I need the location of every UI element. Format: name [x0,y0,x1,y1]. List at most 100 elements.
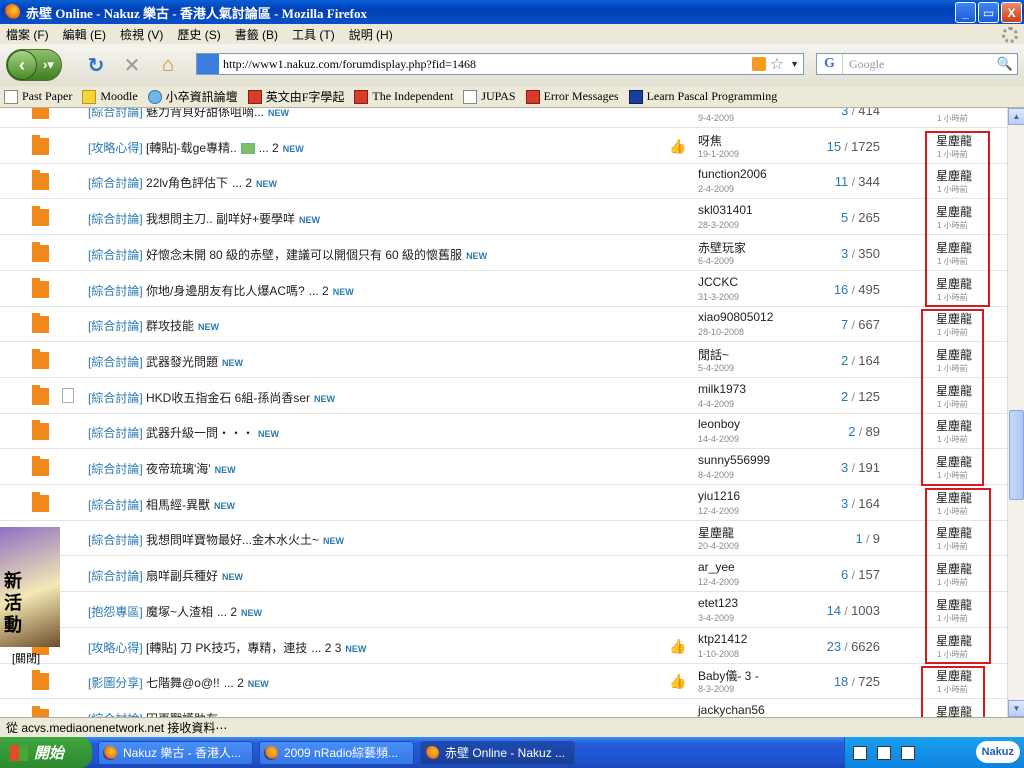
thread-title-link[interactable]: 魔塚~人渣相 [146,605,213,619]
thread-row[interactable]: [綜合討論] 我想問主刀.. 副咩好+要學咩 NEW skl031401 28-3-2… [0,199,1007,236]
thread-category[interactable]: [綜合討論] [88,569,143,583]
reload-icon[interactable]: ↻ [84,53,108,77]
menu-history[interactable]: 歷史 (S) [177,26,220,43]
thread-row[interactable]: [綜合討論] 魅力背貝好甜係咀嘀... NEW 9-4-2009 3 / 414 1 小… [0,108,1007,128]
thread-title-link[interactable]: 夜帝琉璃'海' [146,462,211,476]
volume-icon[interactable] [901,745,915,760]
thread-author[interactable]: leonboy [698,417,740,431]
thread-author[interactable]: jackychan56 [698,703,765,717]
thread-author[interactable]: skl031401 [698,203,753,217]
thread-title[interactable]: [綜合討論] HKD收五指金石 6組-孫尚香ser NEW [88,389,335,406]
thread-title[interactable]: [綜合討論] 武器發光問題 NEW [88,353,243,370]
thread-author[interactable]: etet123 [698,596,738,610]
menu-view[interactable]: 檢視 (V) [120,26,163,43]
thread-title[interactable]: [綜合討論] 我想問咩寶物最好...金木水火土~ NEW [88,531,344,548]
url-bar[interactable]: http://www1.nakuz.com/forumdisplay.php?f… [196,53,804,75]
home-icon[interactable]: ⌂ [156,53,180,77]
thread-title-link[interactable]: HKD收五指金石 6組-孫尚香ser [146,391,310,405]
thread-pages[interactable]: ... 2 3 [311,641,341,655]
bookmark-item[interactable]: Moodle [82,89,138,104]
thread-author[interactable]: milk1973 [698,382,746,396]
thread-title-link[interactable]: 七階舞@o@!! [146,676,220,690]
thread-pages[interactable]: ... 2 [309,284,329,298]
thread-row[interactable]: [綜合討論] 武器升級一問・・・ NEW leonboy 14-4-2009 2 / 8… [0,413,1007,450]
menu-bookmarks[interactable]: 書籤 (B) [235,26,278,43]
thread-author[interactable]: ktp21412 [698,632,747,646]
thread-author[interactable]: Baby儀- 3 - [698,667,759,684]
thread-title-link[interactable]: 武器升級一問・・・ [146,426,254,440]
site-identity-icon[interactable] [197,54,219,74]
search-bar[interactable]: G Google 🔍 [816,53,1018,75]
thread-category[interactable]: [綜合討論] [88,391,143,405]
thread-row[interactable]: [攻略心得] [轉貼]-载ge專精.. ... 2 NEW 👍 呀焦 19-1-2009 1… [0,128,1007,164]
thread-category[interactable]: [綜合討論] [88,176,143,190]
thread-category[interactable]: [綜合討論] [88,426,143,440]
thread-pages[interactable]: ... 2 [224,676,244,690]
thread-title-link[interactable]: 我想問咩寶物最好...金木水火土~ [146,533,319,547]
back-button[interactable]: ‹ [7,50,37,80]
thread-category[interactable]: [影圖分享] [88,676,143,690]
start-button[interactable]: 開始 [0,737,92,768]
bookmark-star-icon[interactable]: ☆ [770,54,784,74]
bookmark-item[interactable]: Past Paper [4,89,72,104]
thread-title[interactable]: [影圖分享] 七階舞@o@!! ... 2 NEW [88,674,269,691]
thread-row[interactable]: [綜合討論] 22lv角色評估下 ... 2 NEW function2006 2-4-… [0,163,1007,200]
bookmark-item[interactable]: The Independent [354,89,453,104]
keyboard-icon[interactable] [853,745,867,760]
scroll-down-icon[interactable]: ▼ [1008,700,1024,717]
thread-author[interactable]: yiu1216 [698,489,740,503]
thread-category[interactable]: [綜合討論] [88,462,143,476]
thread-row[interactable]: [綜合討論] HKD收五指金石 6組-孫尚香ser NEW milk1973 4-4-… [0,378,1007,414]
menu-help[interactable]: 說明 (H) [349,26,393,43]
thread-author[interactable]: ar_yee [698,560,735,574]
ad-close-link[interactable]: [關閉] [12,650,40,666]
thread-title[interactable]: [綜合討論] 相馬經-異獸 NEW [88,496,235,513]
search-icon[interactable]: 🔍 [997,56,1013,72]
thread-category[interactable]: [綜合討論] [88,319,143,333]
thread-category[interactable]: [攻略心得] [88,141,143,155]
thread-title-link[interactable]: 我想問主刀.. 副咩好+要學咩 [146,212,295,226]
thread-author[interactable]: sunny556999 [698,453,770,467]
thread-row[interactable]: [綜合討論] 武器發光問題 NEW 閒話~ 5-4-2009 2 / 164 星塵龍 1 小… [0,342,1007,378]
stop-icon[interactable]: ✕ [120,53,144,77]
floating-ad[interactable]: 新活動 [0,527,60,647]
thread-title-link[interactable]: 你地/身邊朋友有比人爆AC嗎? [146,284,305,298]
bookmark-item[interactable]: Learn Pascal Programming [628,89,777,104]
thread-author[interactable]: 閒話~ [698,346,729,363]
thread-row[interactable]: [影圖分享] 七階舞@o@!! ... 2 NEW 👍 Baby儀- 3 -8-3-20… [0,663,1007,700]
thread-row[interactable]: [綜合討論] 好懷念未開 80 級的赤壁，建議可以開個只有 60 級的懷舊服 NE… [0,235,1007,271]
thread-title[interactable]: [綜合討論] 群攻技能 NEW [88,317,219,334]
thread-row[interactable]: [綜合討論] 夜帝琉璃'海' NEW sunny556999 8-4-2009 3 / … [0,449,1007,485]
thread-title[interactable]: [攻略心得] [轉貼]-载ge專精.. ... 2 NEW [88,139,304,156]
close-button[interactable]: X [1001,2,1022,23]
thread-author[interactable]: 星塵龍 [698,524,734,541]
thread-category[interactable]: [綜合討論] [88,108,143,119]
vertical-scrollbar[interactable]: ▲ ▼ [1007,108,1024,717]
thread-title[interactable]: [綜合討論] 武器升級一問・・・ NEW [88,424,279,441]
thread-author[interactable]: 呀焦 [698,132,722,149]
thread-row[interactable]: [抱怨專區] 魔塚~人渣相 ... 2 NEW etet123 3-4-2009 14 /… [0,592,1007,628]
thread-row[interactable]: [綜合討論] 扇咩副兵種好 NEW ar_yee 12-4-2009 6 / 157 星塵… [0,556,1007,593]
bookmark-item[interactable]: Error Messages [525,89,619,104]
thread-title-link[interactable]: 魅力背貝好甜係咀嘀... [146,108,264,119]
bookmark-item[interactable]: JUPAS [463,89,516,104]
thread-row[interactable]: [綜合討論] 群攻技能 NEW xiao90805012 28-10-2008 7 / … [0,306,1007,343]
thread-title[interactable]: [綜合討論] 囚再戰護助有 [88,710,218,717]
thread-category[interactable]: [綜合討論] [88,533,143,547]
url-text[interactable]: http://www1.nakuz.com/forumdisplay.php?f… [223,57,752,72]
thread-title-link[interactable]: 扇咩副兵種好 [146,569,218,583]
url-dropdown-icon[interactable]: ▼ [790,59,799,69]
window-titlebar[interactable]: 赤壁 Online - Nakuz 樂古 - 香港人氣討論區 - Mozilla… [0,0,1024,24]
help-icon[interactable] [877,745,891,760]
bookmark-item[interactable]: 英文由F字學起 [247,88,344,105]
thread-row[interactable]: [攻略心得] [轉貼] 刀 PK技巧，專精，連技 ... 2 3 NEW 👍 ktp21… [0,628,1007,664]
scroll-up-icon[interactable]: ▲ [1008,108,1024,125]
maximize-button[interactable]: ▭ [978,2,999,23]
thread-author[interactable]: JCCKC [698,275,738,289]
rss-feed-icon[interactable] [751,57,766,71]
thread-category[interactable]: [攻略心得] [88,641,143,655]
thread-title-link[interactable]: 群攻技能 [146,319,194,333]
bookmark-item[interactable]: 小卒資訊論壇 [147,88,238,105]
thread-category[interactable]: [綜合討論] [88,355,143,369]
thread-title-link[interactable]: 22lv角色評估下 [146,176,228,190]
